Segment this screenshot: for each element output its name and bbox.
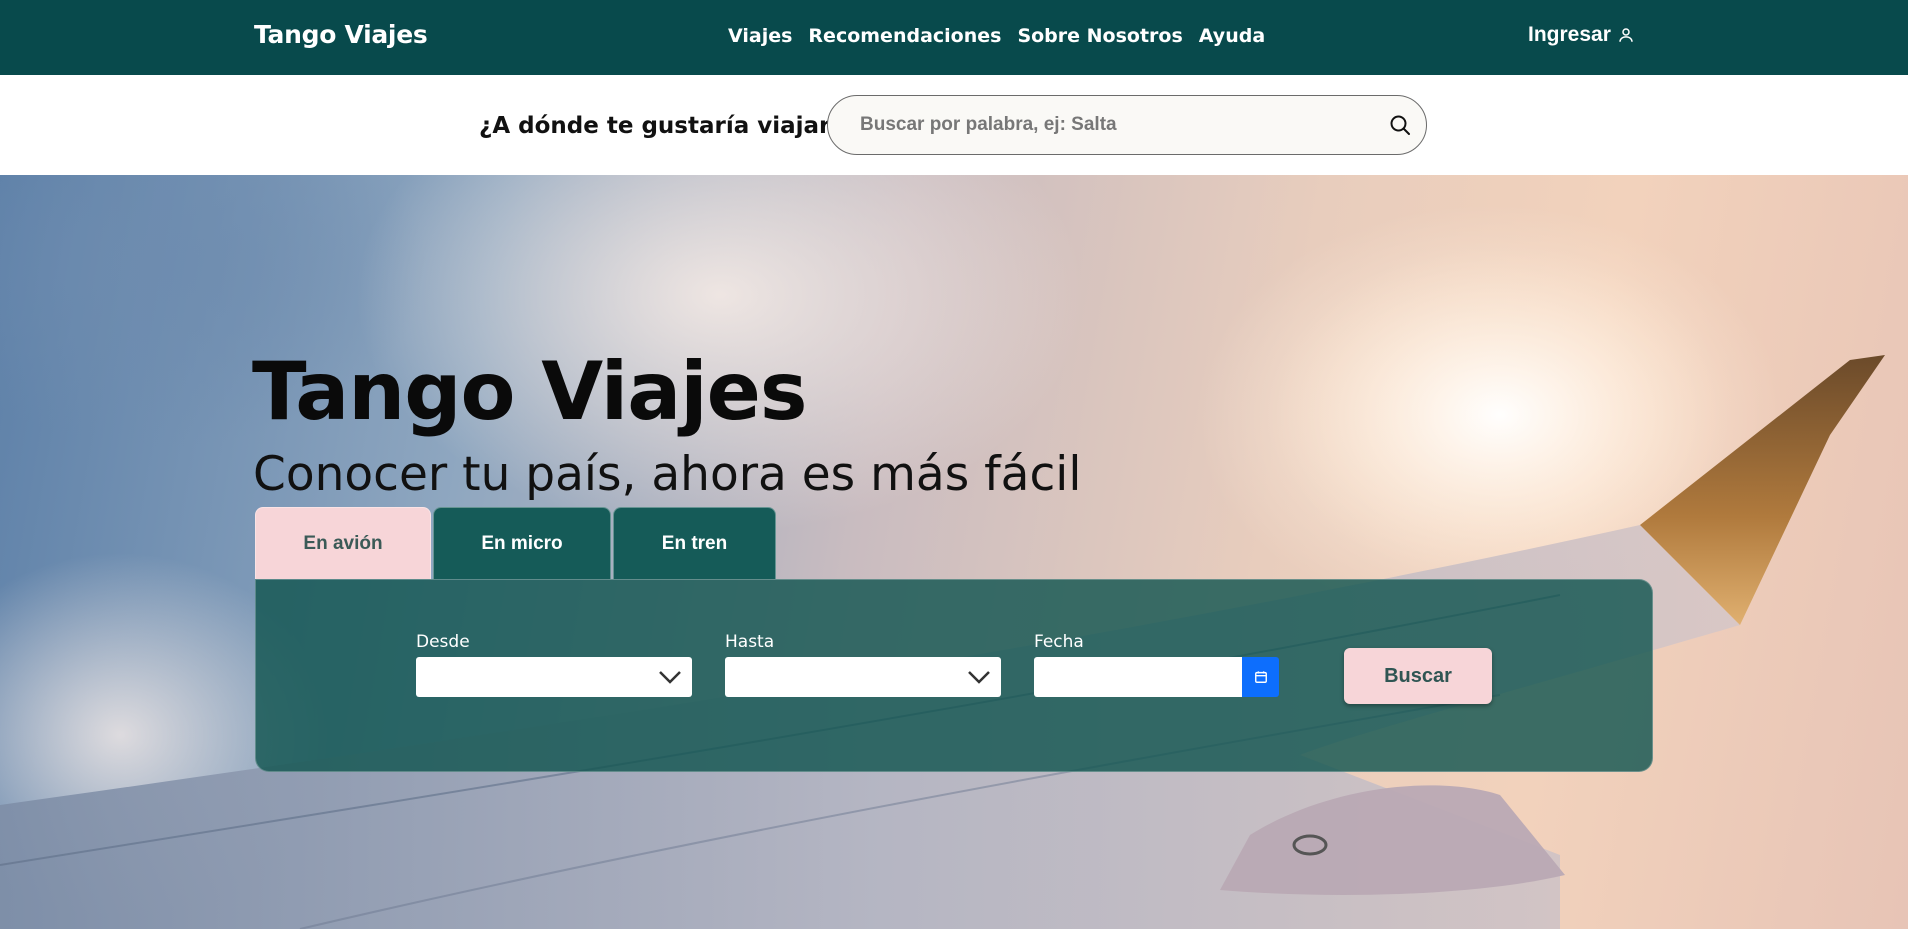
brand-logo[interactable]: Tango Viajes: [254, 20, 428, 49]
search-box[interactable]: [827, 95, 1427, 155]
search-question: ¿A dónde te gustaría viajar?: [479, 113, 844, 139]
user-icon: [1619, 28, 1633, 42]
tab-en-tren[interactable]: En tren: [613, 507, 776, 579]
hasta-label: Hasta: [725, 632, 775, 652]
chevron-down-icon: [659, 671, 681, 684]
desde-label: Desde: [416, 632, 470, 652]
hero-title: Tango Viajes: [252, 345, 807, 438]
hasta-select[interactable]: [725, 657, 1001, 697]
search-input[interactable]: [858, 110, 1358, 140]
desde-select[interactable]: [416, 657, 692, 697]
trip-search-panel: Desde Hasta Fecha Buscar: [255, 579, 1653, 772]
top-navbar: Tango Viajes Viajes Recomendaciones Sobr…: [0, 0, 1908, 75]
tab-en-avion[interactable]: En avión: [255, 507, 431, 579]
calendar-icon: [1254, 671, 1267, 683]
buscar-button[interactable]: Buscar: [1344, 648, 1492, 704]
main-nav: Viajes Recomendaciones Sobre Nosotros Ay…: [728, 25, 1265, 47]
hero-subtitle: Conocer tu país, ahora es más fácil: [253, 447, 1082, 502]
nav-link-recomendaciones[interactable]: Recomendaciones: [808, 25, 1001, 47]
hero-section: Tango Viajes Conocer tu país, ahora es m…: [0, 175, 1908, 929]
search-bar-section: ¿A dónde te gustaría viajar?: [0, 75, 1908, 175]
nav-link-viajes[interactable]: Viajes: [728, 25, 792, 47]
tab-en-micro[interactable]: En micro: [433, 507, 611, 579]
fecha-label: Fecha: [1034, 632, 1084, 652]
chevron-down-icon: [968, 671, 990, 684]
nav-link-sobre-nosotros[interactable]: Sobre Nosotros: [1017, 25, 1182, 47]
nav-link-ayuda[interactable]: Ayuda: [1199, 25, 1265, 47]
login-button[interactable]: Ingresar: [1528, 23, 1635, 47]
calendar-button[interactable]: [1242, 657, 1279, 697]
search-icon[interactable]: [1388, 113, 1412, 137]
login-label: Ingresar: [1528, 23, 1611, 46]
fecha-input[interactable]: [1034, 657, 1242, 697]
